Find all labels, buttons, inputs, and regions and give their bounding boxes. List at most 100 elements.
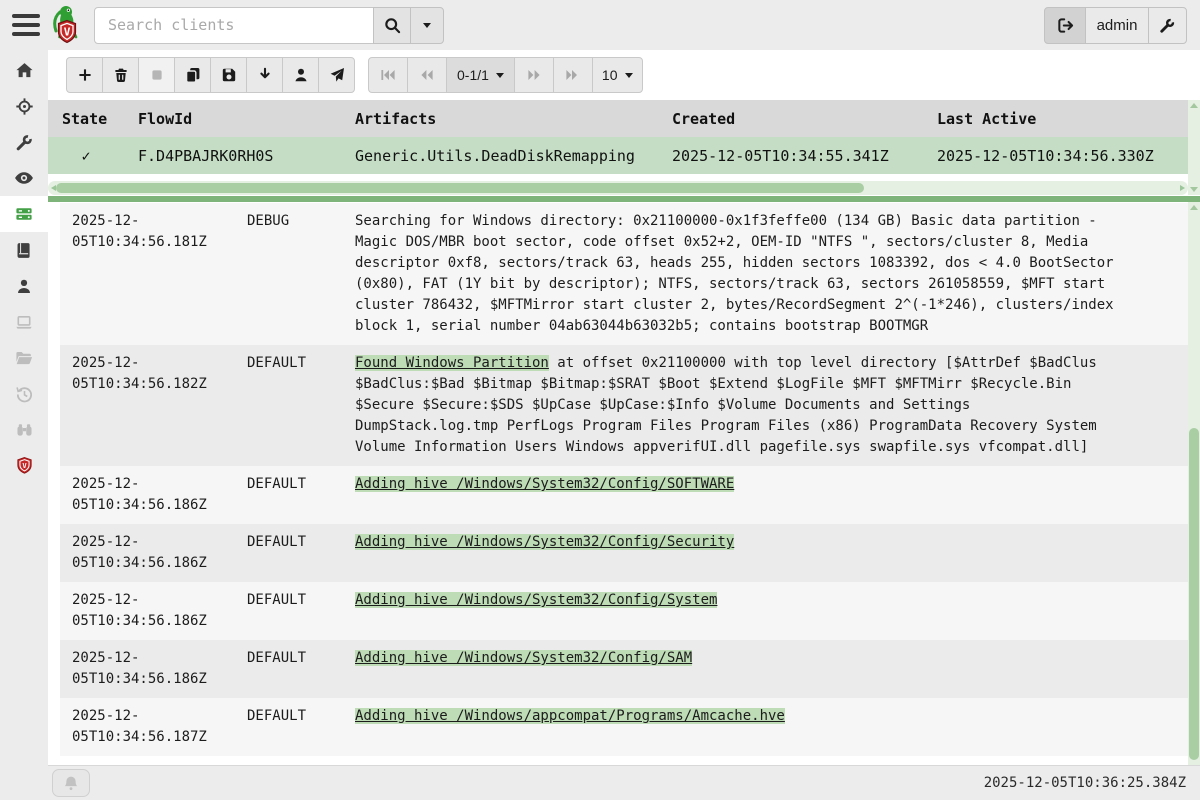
velociraptor-logo[interactable]: V — [51, 4, 83, 46]
username-label: admin — [1097, 17, 1138, 34]
notebook-icon — [15, 241, 33, 260]
server-time-label: 2025-12-05T10:36:25.384Z — [984, 775, 1186, 791]
flow-id-cell: F.D4PBAJRK0RH0S — [138, 147, 355, 165]
table-vertical-scrollbar[interactable] — [1188, 100, 1200, 195]
sidebar-item-velociraptor[interactable]: V — [0, 448, 48, 484]
sidebar-item-vfs[interactable] — [0, 340, 48, 376]
folder-open-icon — [14, 349, 34, 368]
log-message: Adding hive /Windows/System32/Config/Sec… — [355, 532, 1120, 574]
search-clients-input[interactable] — [94, 7, 374, 44]
eye-icon — [14, 168, 34, 188]
notifications-button[interactable] — [52, 769, 90, 797]
hamburger-menu-icon[interactable] — [12, 14, 40, 36]
flow-table-header: State FlowId Artifacts Created Last Acti… — [48, 100, 1188, 137]
scroll-up-arrow-icon[interactable] — [1190, 205, 1198, 210]
log-timestamp: 2025-12-05T10:34:56.182Z — [72, 353, 247, 458]
search-icon — [384, 17, 401, 34]
scroll-down-arrow-icon[interactable] — [1190, 187, 1198, 192]
save-icon — [221, 67, 237, 83]
log-message: Adding hive /Windows/System32/Config/SOF… — [355, 474, 1120, 516]
user-settings-button[interactable] — [1148, 7, 1187, 44]
delete-button[interactable] — [102, 57, 139, 93]
log-row[interactable]: 2025-12-05T10:34:56.181Z DEBUG Searching… — [60, 203, 1188, 345]
send-icon — [329, 67, 345, 83]
previous-page-button — [407, 57, 447, 93]
wrench-icon — [15, 133, 34, 152]
flow-table-body: ✓ F.D4PBAJRK0RH0S Generic.Utils.DeadDisk… — [48, 137, 1188, 174]
send-button[interactable] — [318, 57, 355, 93]
wrench-icon — [1159, 17, 1176, 34]
sidebar-item-client-events[interactable] — [0, 412, 48, 448]
log-row[interactable]: 2025-12-05T10:34:56.182Z DEFAULT Found W… — [60, 345, 1188, 466]
sidebar-item-hunts[interactable] — [0, 88, 48, 124]
stop-icon — [149, 67, 165, 83]
last-page-button — [553, 57, 593, 93]
log-level: DEFAULT — [247, 532, 355, 574]
scroll-up-arrow-icon[interactable] — [1190, 103, 1198, 108]
page-size-label: 10 — [602, 67, 618, 83]
save-button[interactable] — [210, 57, 247, 93]
log-level: DEFAULT — [247, 353, 355, 458]
flow-toolbar: 0-1/1 10 — [66, 57, 643, 93]
laptop-icon — [14, 313, 34, 332]
log-vertical-scrollbar[interactable] — [1188, 202, 1200, 765]
flow-artifacts-cell: Generic.Utils.DeadDiskRemapping — [355, 147, 672, 165]
previous-page-icon — [419, 67, 435, 83]
log-timestamp: 2025-12-05T10:34:56.186Z — [72, 532, 247, 574]
log-level: DEFAULT — [247, 706, 355, 748]
sidebar-item-host-info[interactable] — [0, 304, 48, 340]
download-button[interactable] — [246, 57, 283, 93]
trash-icon — [113, 67, 129, 83]
page-range-label: 0-1/1 — [457, 67, 489, 83]
bell-icon — [63, 775, 79, 791]
flow-table-row[interactable]: ✓ F.D4PBAJRK0RH0S Generic.Utils.DeadDisk… — [48, 137, 1188, 174]
svg-text:V: V — [22, 461, 27, 470]
pane-resize-divider[interactable] — [44, 196, 1200, 202]
user-icon — [293, 67, 309, 83]
page-range-dropdown[interactable]: 0-1/1 — [446, 57, 515, 93]
log-row[interactable]: 2025-12-05T10:34:56.187Z DEFAULT Adding … — [60, 698, 1188, 756]
log-row[interactable]: 2025-12-05T10:34:56.186Z DEFAULT Adding … — [60, 466, 1188, 524]
log-message: Adding hive /Windows/appcompat/Programs/… — [355, 706, 1120, 748]
horizontal-scrollbar-thumb[interactable] — [56, 183, 864, 193]
sidebar-item-server-artifacts[interactable] — [0, 196, 48, 232]
history-icon — [15, 385, 34, 404]
sidebar-item-server-events[interactable] — [0, 160, 48, 196]
logout-button[interactable] — [1044, 7, 1086, 44]
sidebar-item-home[interactable] — [0, 52, 48, 88]
log-row[interactable]: 2025-12-05T10:34:56.186Z DEFAULT Adding … — [60, 524, 1188, 582]
log-timestamp: 2025-12-05T10:34:56.186Z — [72, 474, 247, 516]
logout-icon — [1057, 17, 1074, 34]
page-size-dropdown[interactable]: 10 — [592, 57, 643, 93]
column-header-created[interactable]: Created — [672, 110, 937, 128]
column-header-artifacts[interactable]: Artifacts — [355, 110, 672, 128]
sidebar-item-users[interactable] — [0, 268, 48, 304]
sidebar-item-collected[interactable] — [0, 376, 48, 412]
horizontal-scrollbar[interactable] — [48, 181, 1188, 195]
column-header-flowid[interactable]: FlowId — [138, 110, 355, 128]
assign-user-button[interactable] — [282, 57, 319, 93]
caret-down-icon — [423, 23, 431, 28]
column-header-state[interactable]: State — [48, 110, 138, 128]
column-header-last-active[interactable]: Last Active — [937, 110, 1188, 128]
search-options-dropdown[interactable] — [410, 7, 444, 44]
scroll-right-arrow-icon[interactable] — [1180, 185, 1185, 191]
log-timestamp: 2025-12-05T10:34:56.181Z — [72, 211, 247, 337]
new-collection-button[interactable] — [66, 57, 103, 93]
log-row[interactable]: 2025-12-05T10:34:56.186Z DEFAULT Adding … — [60, 582, 1188, 640]
sidebar-item-artifacts[interactable] — [0, 124, 48, 160]
search-button[interactable] — [373, 7, 411, 44]
crosshairs-icon — [15, 97, 34, 116]
log-row[interactable]: 2025-12-05T10:34:56.186Z DEFAULT Adding … — [60, 640, 1188, 698]
sidebar-item-notebooks[interactable] — [0, 232, 48, 268]
log-scrollbar-thumb[interactable] — [1189, 428, 1199, 760]
caret-down-icon — [625, 73, 633, 78]
log-message: Searching for Windows directory: 0x21100… — [355, 211, 1120, 337]
flow-last-active-cell: 2025-12-05T10:34:56.330Z — [937, 147, 1188, 165]
copy-icon — [185, 67, 201, 83]
next-page-icon — [526, 67, 542, 83]
copy-button[interactable] — [174, 57, 211, 93]
current-user-button[interactable]: admin — [1085, 7, 1149, 44]
status-bar: 2025-12-05T10:36:25.384Z — [48, 765, 1200, 800]
log-level: DEBUG — [247, 211, 355, 337]
